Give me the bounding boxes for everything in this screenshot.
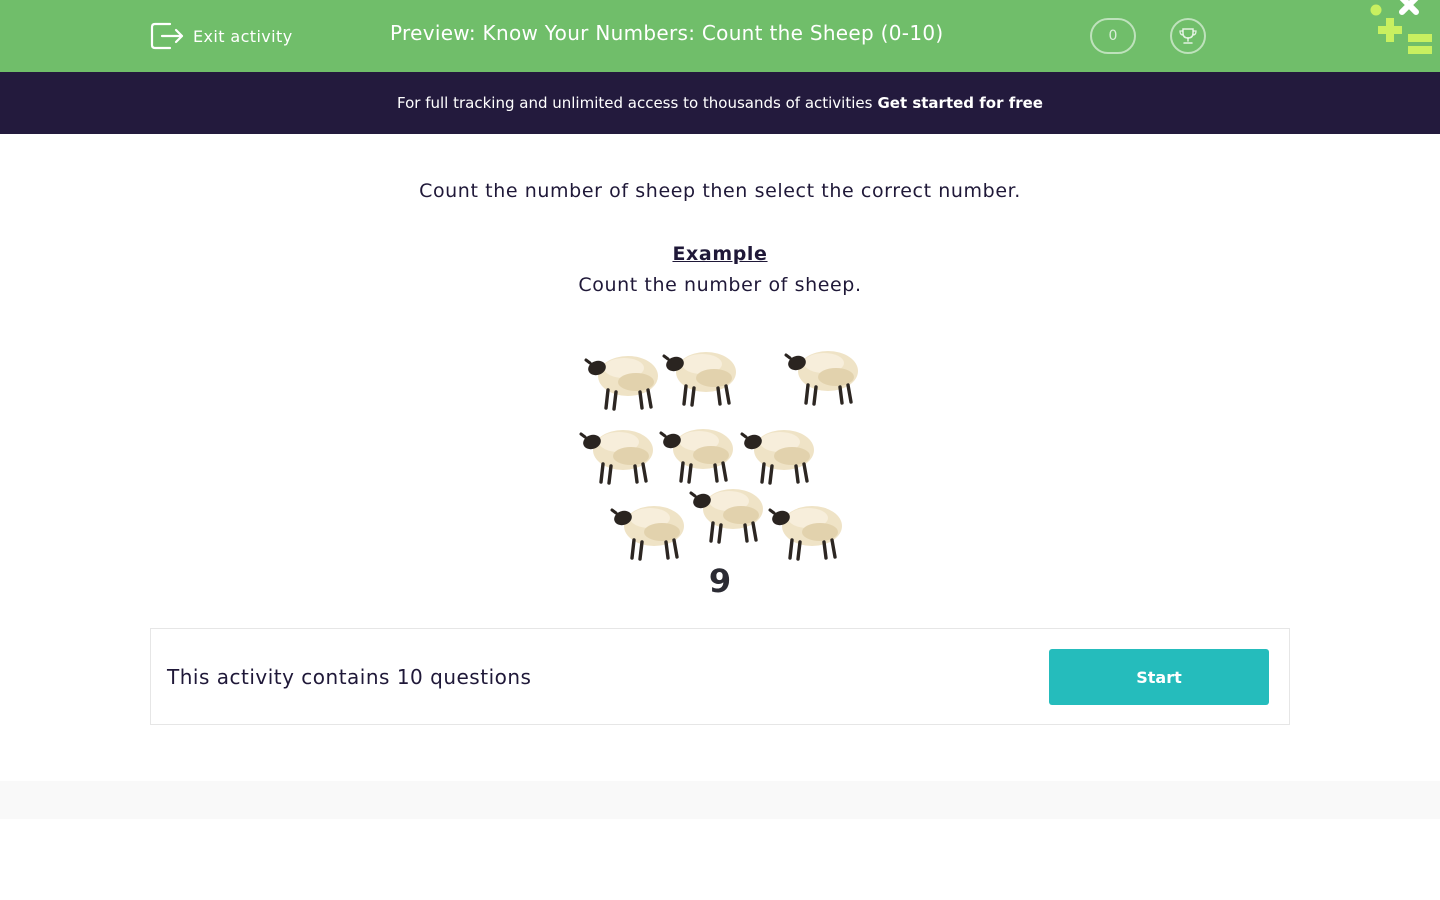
footer-strip: [0, 781, 1440, 819]
activity-info-card: This activity contains 10 questions Star…: [150, 628, 1290, 725]
sheep-icon: [662, 352, 736, 407]
sheep-icon: [689, 489, 763, 544]
sheep-icon: [740, 430, 814, 485]
trophy-icon: [1179, 28, 1197, 44]
promo-text: For full tracking and unlimited access t…: [397, 94, 873, 112]
get-started-link[interactable]: Get started for free: [877, 94, 1043, 112]
example-heading: Example: [672, 243, 768, 265]
sheep-icon: [659, 429, 733, 484]
logo-icon: [1370, 0, 1432, 54]
promo-banner: For full tracking and unlimited access t…: [0, 72, 1440, 134]
sheep-illustration: [0, 0, 1440, 900]
question-count-text: This activity contains 10 questions: [167, 665, 532, 689]
example-answer: 9: [708, 562, 732, 600]
sheep-icon: [584, 356, 658, 411]
score-badge: 0: [1090, 18, 1136, 54]
exit-icon: [150, 22, 184, 50]
example-question: Count the number of sheep.: [578, 274, 862, 296]
trophy-button[interactable]: [1170, 18, 1206, 54]
page-title: Preview: Know Your Numbers: Count the Sh…: [390, 21, 944, 45]
instruction-text: Count the number of sheep then select th…: [419, 180, 1021, 202]
sheep-icon: [610, 506, 684, 561]
exit-activity-label: Exit activity: [193, 26, 293, 46]
start-button[interactable]: Start: [1049, 649, 1269, 705]
exit-activity-button[interactable]: Exit activity: [150, 20, 293, 52]
sheep-icon: [784, 351, 858, 406]
sheep-icon: [768, 506, 842, 561]
top-bar: Exit activity Preview: Know Your Numbers…: [0, 0, 1440, 72]
sheep-icon: [579, 430, 653, 485]
